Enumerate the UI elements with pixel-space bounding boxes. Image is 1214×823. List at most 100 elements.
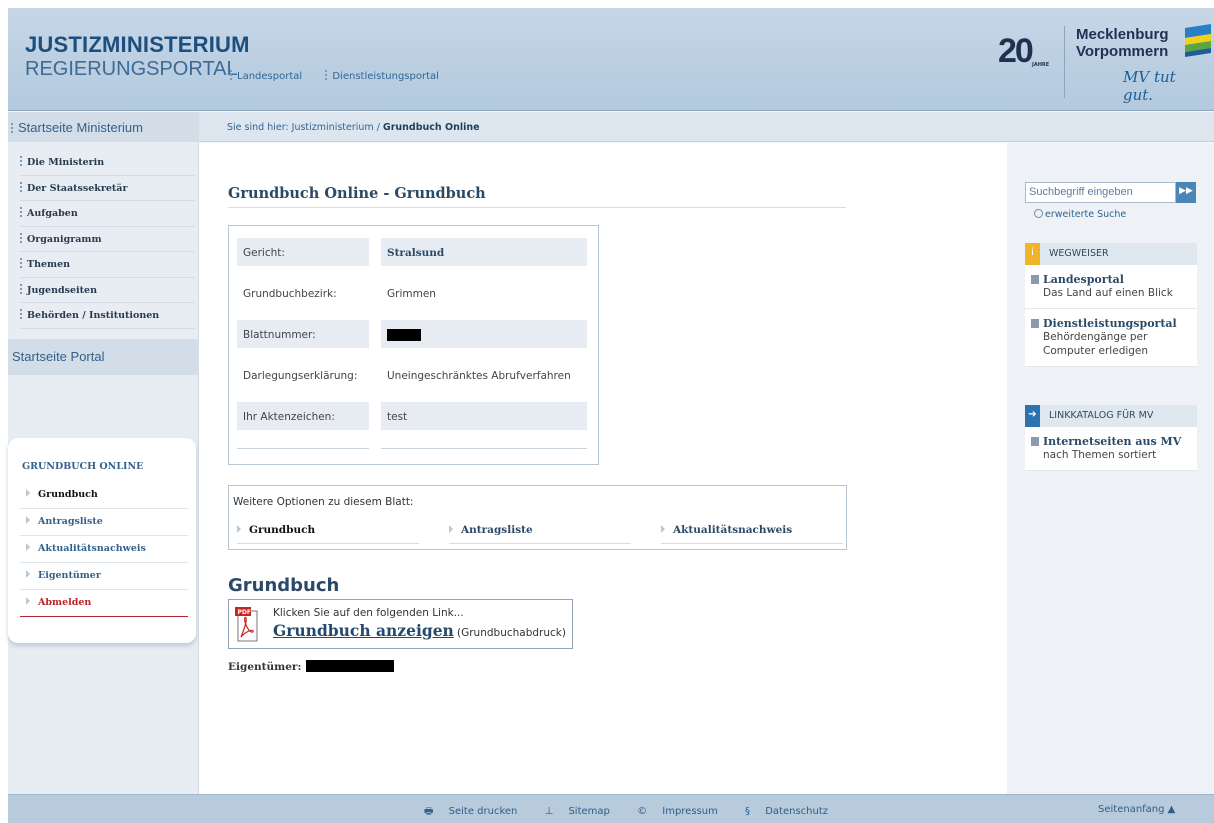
show-grundbuch-link[interactable]: Grundbuch anzeigen <box>273 621 454 640</box>
breadcrumb-current: Grundbuch Online <box>382 122 480 133</box>
sidebar-item-staatssekretaer[interactable]: Der Staatssekretär <box>20 176 195 201</box>
menu-item-antragsliste[interactable]: Antragsliste <box>20 509 188 536</box>
pdf-download-box: PDF Klicken Sie auf den folgenden Link..… <box>228 599 573 649</box>
owner-label: Eigentümer: <box>228 661 302 673</box>
footer-print-link[interactable]: 🖶 Seite drucken <box>424 806 529 817</box>
dotted-bullet-icon <box>20 309 23 319</box>
dotted-bullet-icon <box>325 70 328 80</box>
sitemap-icon: ⊥ <box>544 806 557 817</box>
catalog-title: LINKKATALOG FÜR MV <box>1049 410 1154 421</box>
detail-row-aktenzeichen: Ihr Aktenzeichen: test <box>237 402 589 430</box>
triangle-bullet-icon <box>26 516 30 524</box>
footer-impressum-link[interactable]: © Impressum <box>637 806 730 817</box>
triangle-bullet-icon <box>26 489 30 497</box>
paragraph-icon: § <box>745 806 754 817</box>
detail-value: test <box>381 402 587 430</box>
sheet-options: Weitere Optionen zu diesem Blatt: Grundb… <box>228 485 847 550</box>
sidebar-item-aufgaben[interactable]: Aufgaben <box>20 201 195 227</box>
state-logo[interactable]: 20 JAHRE Mecklenburg Vorpommern MV tut g… <box>998 20 1211 104</box>
detail-end-line <box>381 448 587 449</box>
options-title: Weitere Optionen zu diesem Blatt: <box>233 496 414 508</box>
sidebar-item-behoerden[interactable]: Behörden / Institutionen <box>20 303 195 329</box>
arrow-square-icon <box>1031 275 1039 284</box>
footer-links: 🖶 Seite drucken ⊥ Sitemap © Impressum § … <box>424 804 852 821</box>
arrow-square-icon <box>1031 437 1039 446</box>
brand-title[interactable]: JUSTIZMINISTERIUM <box>25 32 250 58</box>
sidebar-item-themen[interactable]: Themen <box>20 252 195 278</box>
redaction-block <box>306 660 395 672</box>
sidebar-item-jugendseiten[interactable]: Jugendseiten <box>20 278 195 303</box>
pdf-note: (Grundbuchabdruck) <box>457 627 566 639</box>
dotted-bullet-icon <box>20 232 23 243</box>
triangle-bullet-icon <box>449 525 453 533</box>
owner-line: Eigentümer: <box>228 660 395 673</box>
sidebar-item-ministerin[interactable]: Die Ministerin <box>20 150 195 176</box>
anniversary-label: JAHRE <box>1032 62 1050 68</box>
guide-title: WEGWEISER <box>1049 248 1109 259</box>
menu-item-grundbuch[interactable]: Grundbuch <box>20 482 188 509</box>
main-content: Grundbuch Online - Grundbuch Gericht: St… <box>199 143 1007 794</box>
brand-subtitle[interactable]: REGIERUNGSPORTAL <box>25 58 238 81</box>
left-sidebar: Startseite Ministerium Die Ministerin De… <box>8 112 199 794</box>
logo-state-line1: Mecklenburg <box>1076 26 1169 43</box>
triangle-bullet-icon <box>26 543 30 551</box>
top-links: Landesportal Dienstleistungsportal <box>230 70 459 82</box>
page-title: Grundbuch Online - Grundbuch <box>228 185 486 202</box>
dotted-bullet-icon <box>11 123 14 133</box>
detail-row-darlegungserklaerung: Darlegungserklärung: Uneingeschränktes A… <box>237 361 589 389</box>
catalog-item-internetseiten[interactable]: Internetseiten aus MV nach Themen sortie… <box>1025 427 1197 471</box>
detail-row-gericht: Gericht: Stralsund <box>237 238 589 266</box>
advanced-search-link[interactable]: erweiterte Suche <box>1034 209 1126 220</box>
triangle-bullet-icon <box>661 525 665 533</box>
right-sidebar: Suchbegriff eingeben ▶▶ erweiterte Suche… <box>1007 143 1214 794</box>
anniversary-number: 20 <box>998 32 1034 70</box>
detail-end-line <box>237 448 369 449</box>
state-flag-icon <box>1185 24 1211 57</box>
menu-item-eigentuemer[interactable]: Eigentümer <box>20 563 188 590</box>
detail-value: Stralsund <box>381 238 587 266</box>
guide-item-dienstleistungsportal[interactable]: Dienstleistungsportal Behördengänge per … <box>1025 309 1197 367</box>
detail-value: Grimmen <box>387 288 436 300</box>
search-submit-button[interactable]: ▶▶ <box>1176 182 1196 203</box>
link-catalog-panel: ➔ LINKKATALOG FÜR MV Internetseiten aus … <box>1025 405 1197 471</box>
pdf-badge: PDF <box>238 609 251 616</box>
search-input[interactable]: Suchbegriff eingeben <box>1025 182 1176 203</box>
dotted-bullet-icon <box>20 181 23 192</box>
option-aktualitaetsnachweis[interactable]: Aktualitätsnachweis <box>661 522 843 544</box>
sidebar-portal-link[interactable]: Startseite Portal <box>8 339 199 375</box>
option-antragsliste[interactable]: Antragsliste <box>449 522 631 544</box>
site-footer: 🖶 Seite drucken ⊥ Sitemap © Impressum § … <box>8 794 1214 823</box>
sidebar-item-organigramm[interactable]: Organigramm <box>20 227 195 252</box>
detail-label: Gericht: <box>237 238 369 266</box>
logo-slogan: MV tut gut. <box>1123 68 1176 104</box>
printer-icon: 🖶 <box>424 806 437 817</box>
double-arrow-icon: ▶▶ <box>1179 186 1193 196</box>
detail-label: Darlegungserklärung: <box>243 370 358 382</box>
guide-item-landesportal[interactable]: Landesportal Das Land auf einen Blick <box>1025 265 1197 309</box>
top-link-landesportal[interactable]: Landesportal <box>230 70 312 82</box>
grundbuch-menu-title: GRUNDBUCH ONLINE <box>22 461 144 472</box>
breadcrumb-path[interactable]: Sie sind hier: Justizministerium / <box>227 122 383 133</box>
dotted-bullet-icon <box>20 207 23 217</box>
dotted-bullet-icon <box>20 258 23 268</box>
detail-value: Uneingeschränktes Abrufverfahren <box>387 370 571 382</box>
external-link-icon: ➔ <box>1025 405 1040 427</box>
top-link-dienstleistungsportal[interactable]: Dienstleistungsportal <box>325 70 449 82</box>
pdf-hint: Klicken Sie auf den folgenden Link... <box>273 607 464 619</box>
detail-row-grundbuchbezirk: Grundbuchbezirk: Grimmen <box>237 279 589 307</box>
logo-state-line2: Vorpommern <box>1076 43 1169 60</box>
option-grundbuch[interactable]: Grundbuch <box>237 522 419 544</box>
detail-label: Grundbuchbezirk: <box>243 288 337 300</box>
menu-item-abmelden[interactable]: Abmelden <box>20 590 188 617</box>
triangle-bullet-icon <box>237 525 241 533</box>
sidebar-home-link[interactable]: Startseite Ministerium <box>8 112 199 142</box>
triangle-bullet-icon <box>26 570 30 578</box>
page: JUSTIZMINISTERIUM REGIERUNGSPORTAL Lande… <box>8 8 1214 823</box>
footer-datenschutz-link[interactable]: § Datenschutz <box>745 806 840 817</box>
back-to-top-link[interactable]: Seitenanfang ▲ <box>1098 804 1175 815</box>
sidebar-nav: Die Ministerin Der Staatssekretär Aufgab… <box>20 150 195 329</box>
arrow-square-icon <box>1031 319 1039 328</box>
menu-item-aktualitaetsnachweis[interactable]: Aktualitätsnachweis <box>20 536 188 563</box>
footer-sitemap-link[interactable]: ⊥ Sitemap <box>545 806 622 817</box>
dotted-bullet-icon <box>230 70 233 80</box>
